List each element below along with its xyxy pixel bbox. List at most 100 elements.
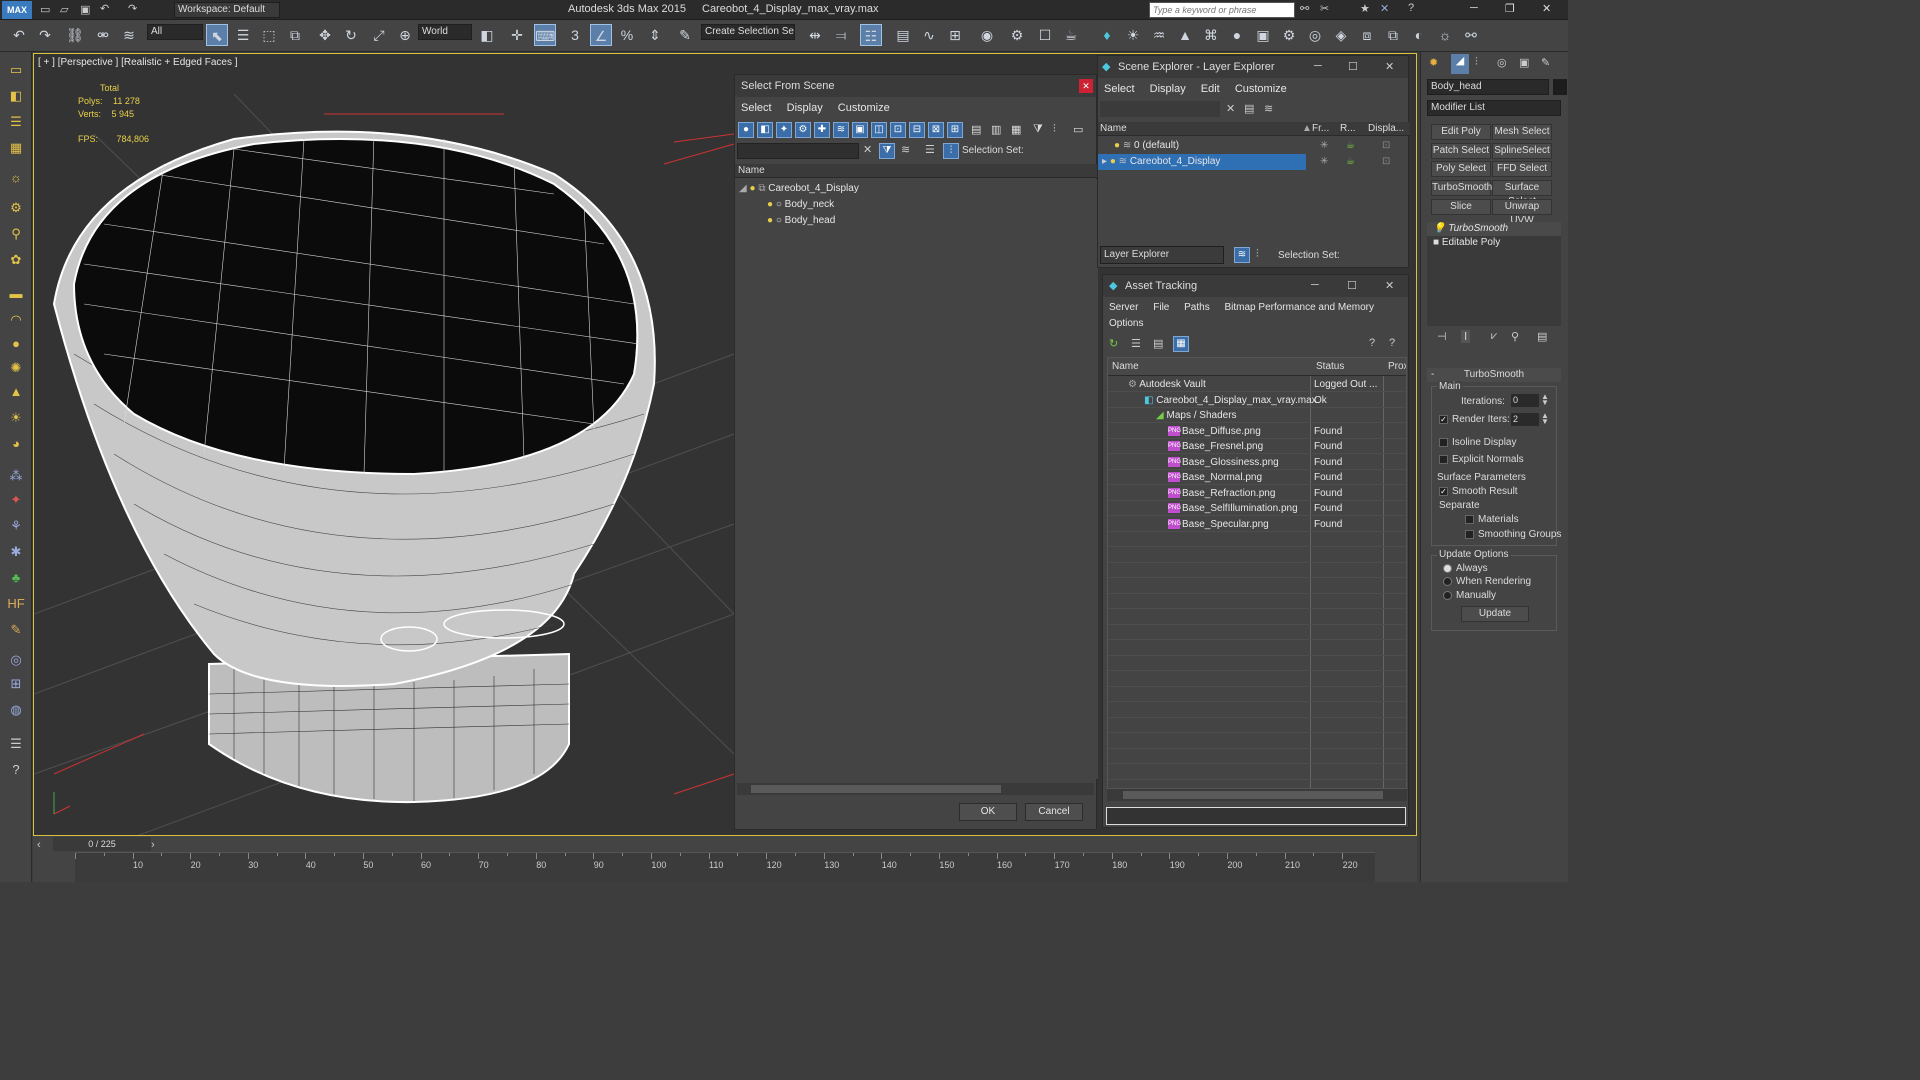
always-radio[interactable]: Always — [1443, 563, 1488, 574]
update-button[interactable]: Update — [1461, 606, 1529, 622]
redo-title-icon[interactable]: ↷ — [128, 2, 137, 15]
asset-row[interactable]: PNGBase_Fresnel.png Found — [1108, 439, 1406, 454]
star-icon[interactable]: ★ — [1360, 2, 1370, 15]
menu-customize[interactable]: Customize — [832, 99, 896, 117]
ok-button[interactable]: OK — [959, 803, 1017, 821]
tree-row[interactable]: ● ○ Body_neck — [735, 197, 1098, 213]
remove-modifier-icon[interactable]: ⚲ — [1511, 330, 1519, 343]
new-file-icon[interactable]: ▭ — [40, 3, 50, 16]
utilities-tab-icon[interactable]: ✎ — [1541, 56, 1550, 69]
light-filter-icon[interactable]: ✦ — [776, 122, 792, 138]
globe-icon[interactable]: ◎ — [6, 650, 26, 670]
show-end-result-icon[interactable]: Ⅰ — [1461, 330, 1471, 343]
hf-icon[interactable]: HF — [6, 594, 26, 614]
at-col-proxy[interactable]: Prox — [1388, 358, 1406, 376]
layer-row[interactable]: ● ≋ 0 (default) ✳ ☕ ⊡ — [1098, 138, 1408, 154]
spacewarp-icon[interactable]: ✿ — [6, 250, 26, 270]
at-col-name[interactable]: Name — [1112, 358, 1139, 376]
tree-row[interactable]: ● ○ Body_head — [735, 213, 1098, 229]
scale-icon[interactable]: ⤢ — [368, 24, 390, 46]
asset-scroll-thumb[interactable] — [1123, 791, 1383, 799]
filter-funnel-icon[interactable]: ⧩ — [1033, 123, 1043, 136]
cone-icon[interactable]: ▲ — [6, 382, 26, 402]
hierarchy-tab-icon[interactable]: ⫶ — [1475, 56, 1478, 69]
name-column-header[interactable]: Name — [735, 164, 1098, 178]
stack-item-editable-poly[interactable]: ■ Editable Poly — [1427, 236, 1561, 250]
mesh-select-button[interactable]: Mesh Select — [1492, 124, 1552, 140]
helper-icon[interactable]: ⚲ — [6, 224, 26, 244]
search-input[interactable] — [737, 143, 859, 159]
rotate-icon[interactable]: ↻ — [340, 24, 362, 46]
maximize-icon[interactable]: ❐ — [1505, 2, 1515, 15]
se-add-icon[interactable]: ≋ — [1264, 102, 1273, 115]
measure-icon[interactable]: ⊞ — [6, 674, 26, 694]
keyboard-shortcut-icon[interactable]: ⌨ — [534, 24, 556, 46]
plane-icon[interactable]: ▬ — [6, 284, 26, 304]
time-slider[interactable]: 0 / 225 — [53, 837, 151, 851]
asset-row[interactable]: PNGBase_Specular.png Found — [1108, 517, 1406, 532]
selection-filter-dropdown[interactable]: All — [147, 24, 203, 40]
timeline-ruler[interactable]: 10 20 30 40 50 60 70 80 90 100 110 120 130 140 150 160 1… — [75, 852, 1375, 882]
render-icon[interactable]: ☕ — [1060, 24, 1082, 46]
save-file-icon[interactable]: ▣ — [80, 3, 90, 16]
asset-row[interactable]: ◧ Careobot_4_Display_max_vray.max Ok — [1108, 393, 1406, 408]
reference-coord-dropdown[interactable]: World — [418, 24, 472, 40]
viewport-label[interactable]: [ + ] [Perspective ] [Realistic + Edged … — [38, 57, 238, 68]
maximize-icon[interactable]: ☐ — [1347, 279, 1357, 292]
asset-row[interactable]: PNGBase_Normal.png Found — [1108, 470, 1406, 485]
close-icon[interactable]: ✕ — [1385, 60, 1394, 73]
dome-icon[interactable]: ◠ — [6, 310, 26, 330]
turbosmooth-rollout-header[interactable]: - TurboSmooth — [1427, 368, 1561, 382]
angle-snap-icon[interactable]: ∠ — [590, 24, 612, 46]
asset-row[interactable]: ⚙ Autodesk Vault Logged Out ... — [1108, 377, 1406, 392]
asset-row[interactable]: PNGBase_Glossiness.png Found — [1108, 455, 1406, 470]
ffd-select-button[interactable]: FFD Select — [1492, 161, 1552, 177]
minimize-icon[interactable]: ─ — [1470, 2, 1478, 14]
teapot-icon[interactable]: ◕ — [6, 434, 26, 454]
motion-tab-icon[interactable]: ◎ — [1497, 56, 1507, 69]
layer-row-selected[interactable]: ▸ ● ≋ Careobot_4_Display — [1098, 154, 1306, 170]
create-tab-icon[interactable]: ✹ — [1429, 56, 1438, 69]
slice-button[interactable]: Slice — [1431, 199, 1491, 215]
smooth-result-checkbox[interactable]: ✓ Smooth Result — [1439, 486, 1518, 497]
vray-render-icon[interactable]: ◎ — [1304, 24, 1326, 46]
isoline-checkbox[interactable]: Isoline Display — [1439, 437, 1516, 448]
percent-snap-icon[interactable]: % — [616, 24, 638, 46]
patch-select-button[interactable]: Patch Select — [1431, 143, 1491, 159]
at-help2-icon[interactable]: ? — [1389, 337, 1395, 349]
close-icon[interactable]: ✕ — [1079, 79, 1093, 93]
window-crossing-icon[interactable]: ⧉ — [284, 24, 306, 46]
close-x-icon[interactable]: ✕ — [1380, 2, 1389, 15]
layer-row-props[interactable]: ✳ ☕ ⊡ — [1308, 154, 1408, 170]
pin-stack-icon[interactable]: ⊣ — [1437, 330, 1447, 343]
se-col-render[interactable]: R... — [1340, 122, 1356, 136]
link-icon[interactable]: ⛓ — [64, 24, 86, 46]
move-icon[interactable]: ✥ — [314, 24, 336, 46]
cloth-icon[interactable]: ✱ — [6, 542, 26, 562]
paint-icon[interactable]: ✎ — [6, 620, 26, 640]
materials-checkbox[interactable]: Materials — [1465, 514, 1519, 525]
poly-select-button[interactable]: Poly Select — [1431, 161, 1491, 177]
bone-filter-icon[interactable]: ⊡ — [890, 122, 906, 138]
ribbon-icon[interactable]: ▤ — [892, 24, 914, 46]
se-column-header[interactable]: Name ▲ Fr... R... Displa... — [1098, 122, 1410, 136]
render-iters-spinner-arrows[interactable]: ▲ ▼ — [1541, 412, 1549, 426]
geometry-filter-icon[interactable]: ● — [738, 122, 754, 138]
manipulate-icon[interactable]: ✛ — [506, 24, 528, 46]
vray-light-icon[interactable]: ♦ — [1096, 24, 1118, 46]
menu-display[interactable]: Display — [781, 99, 829, 117]
se-col-name[interactable]: Name — [1100, 122, 1127, 136]
binoculars-icon[interactable]: ⚯ — [1300, 2, 1309, 15]
sphere-icon[interactable]: ● — [6, 334, 26, 354]
layers-icon[interactable]: ≋ — [901, 143, 910, 156]
sun-icon[interactable]: ☀ — [6, 408, 26, 428]
explicit-normals-checkbox[interactable]: Explicit Normals — [1439, 454, 1524, 465]
se-menu-select[interactable]: Select — [1098, 80, 1141, 98]
modifier-list-dropdown[interactable]: Modifier List — [1427, 100, 1561, 116]
horizontal-scrollbar[interactable] — [737, 783, 1094, 795]
render-setup-icon[interactable]: ⚙ — [1006, 24, 1028, 46]
document-icon[interactable]: ☰ — [6, 734, 26, 754]
curve-editor-icon[interactable]: ∿ — [918, 24, 940, 46]
pivot-icon[interactable]: ⊕ — [394, 24, 416, 46]
close-icon[interactable]: ✕ — [1385, 279, 1394, 292]
